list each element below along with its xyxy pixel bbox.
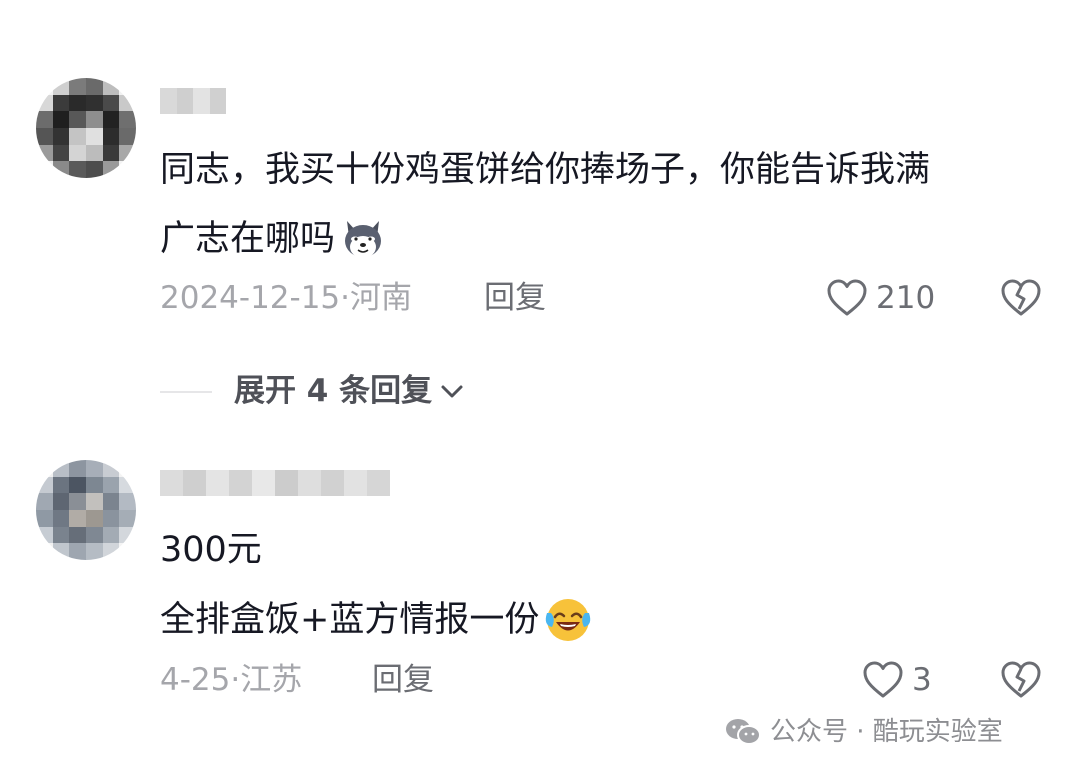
like-count: 3 bbox=[912, 662, 932, 698]
reply-button[interactable]: 回复 bbox=[484, 281, 546, 315]
reply-button[interactable]: 回复 bbox=[372, 663, 434, 697]
watermark: 公众号 · 酷玩实验室 bbox=[724, 716, 1003, 748]
comment-text-line2: 广志在哪吗 bbox=[160, 215, 387, 263]
broken-heart-icon[interactable] bbox=[1000, 278, 1042, 318]
comment-text: 广志在哪吗 bbox=[160, 219, 336, 259]
wechat-icon bbox=[724, 716, 762, 748]
laughing-crying-emoji-icon bbox=[543, 595, 593, 645]
broken-heart-icon[interactable] bbox=[1000, 660, 1042, 700]
like-button[interactable]: 3 bbox=[862, 660, 932, 700]
expand-replies-label: 展开 4 条回复 bbox=[234, 373, 433, 409]
heart-icon bbox=[826, 278, 868, 318]
username-blurred[interactable] bbox=[160, 470, 390, 496]
comment-text-line1: 同志，我买十份鸡蛋饼给你捧场子，你能告诉我满 bbox=[160, 150, 931, 190]
expand-replies-button[interactable]: 展开 4 条回复 bbox=[234, 374, 466, 408]
like-button[interactable]: 210 bbox=[826, 278, 935, 318]
dog-emoji-icon bbox=[339, 215, 387, 263]
comment-text-line2: 全排盒饭+蓝方情报一份 bbox=[160, 595, 593, 645]
comment-text-line1: 300元 bbox=[160, 530, 262, 570]
heart-icon bbox=[862, 660, 904, 700]
avatar[interactable] bbox=[36, 460, 136, 560]
chevron-down-icon bbox=[438, 377, 466, 405]
comment-meta: 4-25·江苏 bbox=[160, 662, 303, 698]
like-count: 210 bbox=[876, 280, 936, 316]
avatar[interactable] bbox=[36, 78, 136, 178]
comment-text: 全排盒饭+蓝方情报一份 bbox=[160, 600, 540, 640]
comment-meta: 2024-12-15·河南 bbox=[160, 280, 413, 316]
username-blurred[interactable] bbox=[160, 88, 226, 114]
divider-line bbox=[160, 391, 212, 393]
watermark-text: 公众号 · 酷玩实验室 bbox=[770, 717, 1003, 747]
